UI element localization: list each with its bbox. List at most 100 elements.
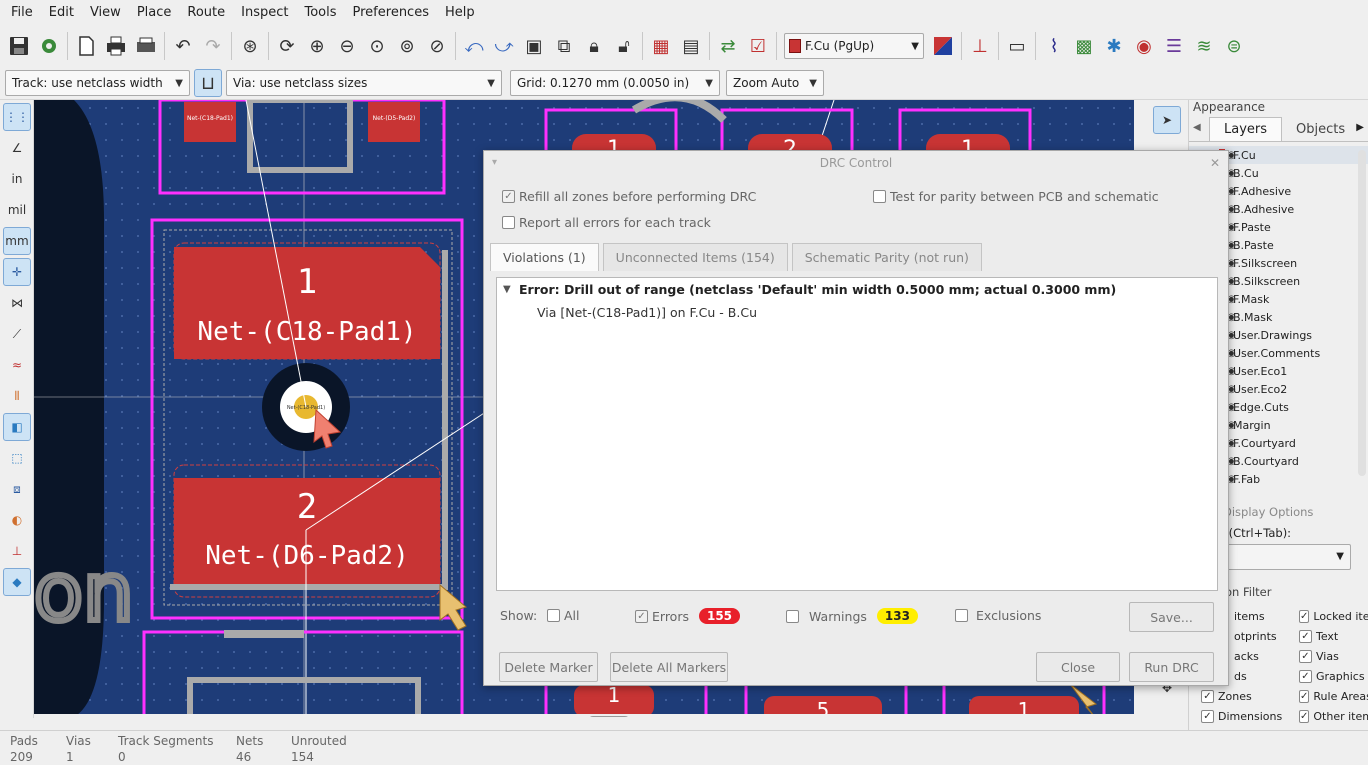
close-icon[interactable]: ✕ (1210, 151, 1220, 175)
update-pcb-icon[interactable]: ⇄ (713, 30, 743, 62)
save-button[interactable]: Save... (1129, 602, 1214, 632)
via-outline-icon[interactable]: ⊥ (3, 537, 31, 565)
show-errors-checkbox[interactable]: ✓ Errors 155 (635, 608, 741, 624)
target-icon[interactable]: ◉ (1129, 30, 1159, 62)
layers-manager-icon[interactable]: ◆ (3, 568, 31, 596)
cursor-crosshair-icon[interactable]: ✛ (3, 258, 31, 286)
array-icon[interactable]: ☰ (1159, 30, 1189, 62)
layer-list-scrollbar[interactable] (1358, 150, 1366, 476)
auto-track-width-icon[interactable]: ⊔ (194, 69, 222, 97)
zone-fill-icon[interactable]: ◧ (3, 413, 31, 441)
run-drc-button[interactable]: Run DRC (1129, 652, 1214, 682)
menu-file[interactable]: File (3, 5, 41, 20)
units-mm-button[interactable]: mm (3, 227, 31, 255)
zoom-in-icon[interactable]: ⊕ (302, 30, 332, 62)
delete-marker-button[interactable]: Delete Marker (499, 652, 598, 682)
zoom-fit-icon[interactable]: ⊙ (362, 30, 392, 62)
menu-inspect[interactable]: Inspect (233, 5, 296, 20)
drc-icon[interactable]: ☑ (743, 30, 773, 62)
schematic-icon[interactable]: ⊥ (965, 30, 995, 62)
close-button[interactable]: Close (1036, 652, 1120, 682)
layer-selector[interactable]: F.Cu (PgUp) ▼ (784, 33, 924, 59)
track-width-select[interactable]: Track: use netclass width ▼ (5, 70, 190, 96)
filter-checkbox[interactable]: ✓ Text (1299, 629, 1368, 643)
print-icon[interactable] (101, 30, 131, 62)
canvas-hscrollbar[interactable] (34, 714, 1134, 717)
refresh-icon[interactable]: ⟳ (272, 30, 302, 62)
tab-scroll-right-icon[interactable]: ▶ (1356, 122, 1364, 133)
units-inch-button[interactable]: in (3, 165, 31, 193)
group-icon[interactable]: ▣ (519, 30, 549, 62)
footprint-browser-icon[interactable]: ▤ (676, 30, 706, 62)
footprint-wizard-icon[interactable]: ▩ (1069, 30, 1099, 62)
plugin-icon[interactable]: ✱ (1099, 30, 1129, 62)
tab-violations[interactable]: Violations (1) (490, 243, 599, 271)
delete-all-markers-button[interactable]: Delete All Markers (610, 652, 728, 682)
curved-ratsnest-icon[interactable]: ⟋ (3, 320, 31, 348)
track-outline-icon[interactable]: ⧈ (3, 475, 31, 503)
lock-icon[interactable]: 🔒︎ (579, 30, 609, 62)
tab-objects[interactable]: Objects (1282, 118, 1359, 141)
zoom-objects-icon[interactable]: ⊚ (392, 30, 422, 62)
expand-arrow-icon[interactable]: ▼ (503, 284, 511, 295)
layers-stack-icon[interactable]: ≋ (1189, 30, 1219, 62)
ungroup-icon[interactable]: ⧉ (549, 30, 579, 62)
find-icon[interactable]: ⊛ (235, 30, 265, 62)
tab-scroll-left-icon[interactable]: ◀ (1193, 122, 1201, 133)
refill-zones-checkbox[interactable]: ✓ Refill all zones before performing DRC (502, 189, 756, 204)
zoom-selection-icon[interactable]: ⊘ (422, 30, 452, 62)
net-color-icon[interactable]: ⫴ (3, 382, 31, 410)
filter-checkbox[interactable]: ✓ Rule Areas (1299, 689, 1368, 703)
tune-length-icon[interactable]: ⊜ (1219, 30, 1249, 62)
grid-select[interactable]: Grid: 0.1270 mm (0.0050 in) ▼ (510, 70, 720, 96)
display-options-header[interactable]: Display Options (1223, 505, 1313, 519)
report-all-checkbox[interactable]: Report all errors for each track (502, 215, 711, 230)
new-board-icon[interactable] (71, 30, 101, 62)
show-exclusions-checkbox[interactable]: Exclusions (955, 608, 1041, 623)
rotate-ccw-icon[interactable]: ⤺ (459, 30, 489, 62)
violation-error[interactable]: Error: Drill out of range (netclass 'Def… (519, 282, 1116, 297)
preset-select[interactable]: ▼ (1209, 544, 1351, 570)
menu-help[interactable]: Help (437, 5, 483, 20)
menu-tools[interactable]: Tools (296, 5, 344, 20)
violation-item[interactable]: Via [Net-(C18-Pad1)] on F.Cu - B.Cu (537, 305, 757, 320)
filter-checkbox[interactable]: ✓ Graphics (1299, 669, 1368, 683)
scripting-console-icon[interactable]: ▭ (1002, 30, 1032, 62)
zoom-out-icon[interactable]: ⊖ (332, 30, 362, 62)
filter-checkbox[interactable]: ✓ Other item (1299, 709, 1368, 723)
select-tool-icon[interactable]: ➤ (1153, 106, 1181, 134)
rotate-cw-icon[interactable]: ⤻ (489, 30, 519, 62)
units-mil-button[interactable]: mil (3, 196, 31, 224)
tab-schematic-parity[interactable]: Schematic Parity (not run) (791, 243, 982, 271)
footprint-editor-icon[interactable]: ▦ (646, 30, 676, 62)
tab-unconnected[interactable]: Unconnected Items (154) (602, 243, 788, 271)
ratsnest-icon[interactable]: ⋈ (3, 289, 31, 317)
menu-preferences[interactable]: Preferences (345, 5, 437, 20)
show-warnings-checkbox[interactable]: Warnings 133 (786, 608, 918, 624)
undo-icon[interactable]: ↶ (168, 30, 198, 62)
filter-checkbox[interactable]: ✓ Vias (1299, 649, 1368, 663)
dialog-menu-icon[interactable]: ▾ (492, 151, 497, 175)
unlock-icon[interactable]: 🔓︎ (609, 30, 639, 62)
redo-icon[interactable]: ↷ (198, 30, 228, 62)
plot-icon[interactable] (131, 30, 161, 62)
filter-checkbox[interactable]: ✓ Zones (1201, 689, 1299, 703)
dialog-titlebar[interactable]: ▾ DRC Control ✕ (484, 151, 1228, 175)
pad-outline-icon[interactable]: ◐ (3, 506, 31, 534)
menu-place[interactable]: Place (129, 5, 180, 20)
zone-outline-icon[interactable]: ⬚ (3, 444, 31, 472)
menu-edit[interactable]: Edit (41, 5, 82, 20)
show-all-checkbox[interactable]: All (547, 608, 580, 623)
filter-checkbox[interactable]: ✓ Dimensions (1201, 709, 1299, 723)
filter-checkbox[interactable]: ✓ Locked ite (1299, 609, 1368, 623)
high-contrast-icon[interactable]: ≈ (3, 351, 31, 379)
tab-layers[interactable]: Layers (1209, 117, 1283, 141)
menu-view[interactable]: View (82, 5, 129, 20)
polar-coords-icon[interactable]: ∠ (3, 134, 31, 162)
parity-checkbox[interactable]: Test for parity between PCB and schemati… (873, 189, 1159, 204)
menu-route[interactable]: Route (179, 5, 233, 20)
grid-toggle-icon[interactable]: ⋮⋮ (3, 103, 31, 131)
violations-list[interactable]: ▼ Error: Drill out of range (netclass 'D… (496, 277, 1218, 591)
canvas-hscroll-thumb[interactable] (588, 716, 630, 717)
via-size-select[interactable]: Via: use netclass sizes ▼ (226, 70, 502, 96)
